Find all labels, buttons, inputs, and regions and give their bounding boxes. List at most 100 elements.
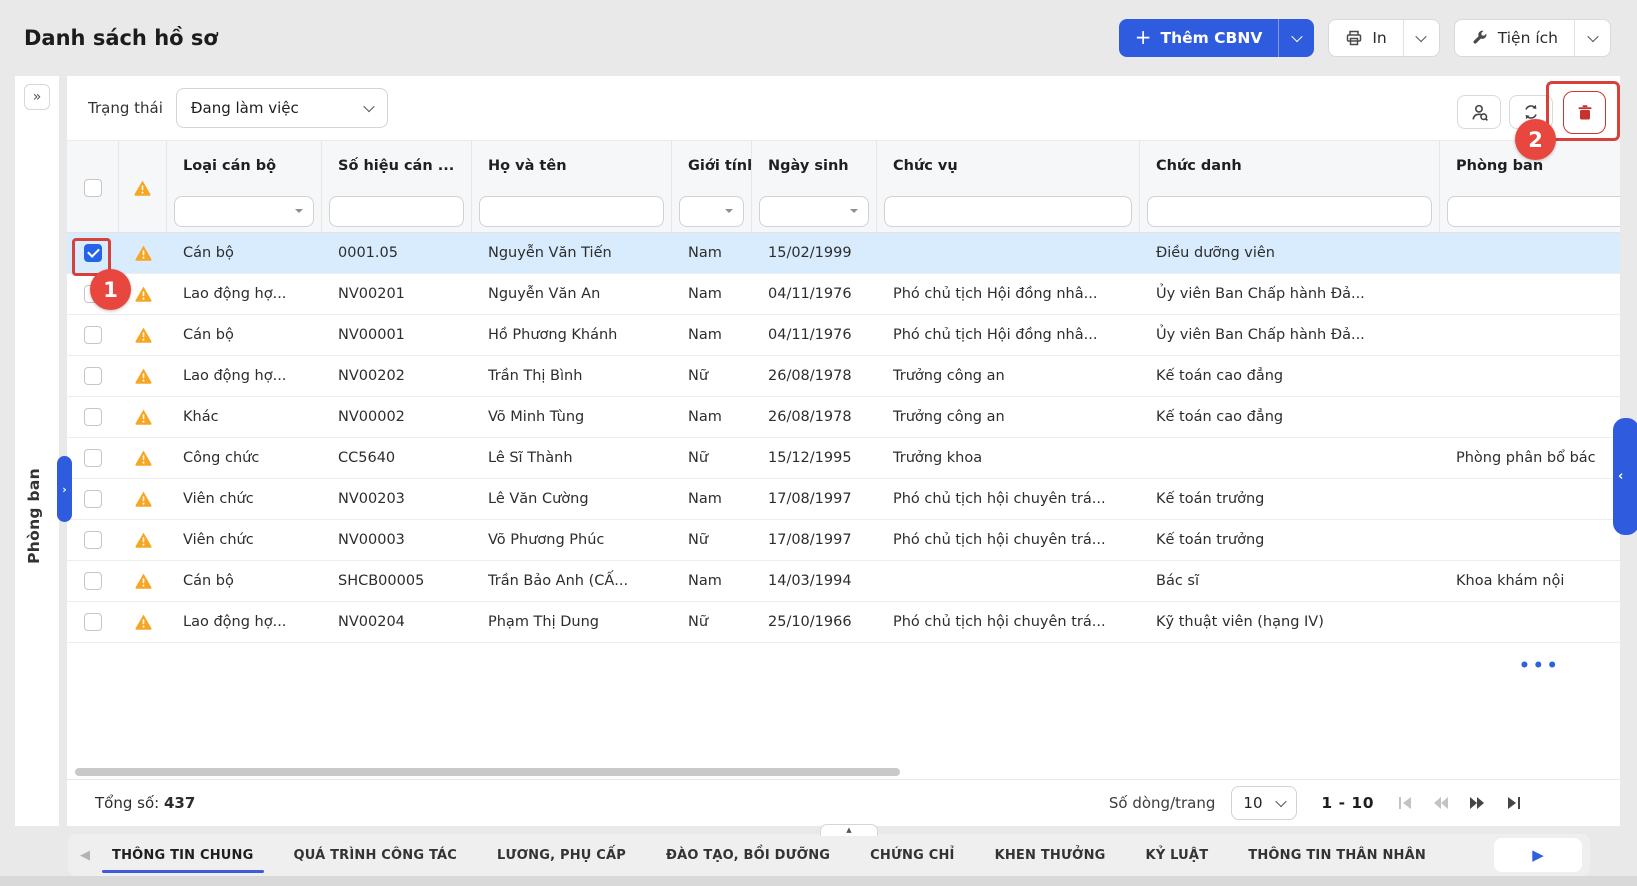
header-cell-code[interactable]: Số hiệu cán ... bbox=[322, 141, 472, 190]
table-row[interactable]: Công chức CC5640 Lê Sĩ Thành Nữ 15/12/19… bbox=[67, 438, 1620, 479]
rows-per-page-select[interactable]: 10 bbox=[1231, 786, 1297, 820]
table-row[interactable]: Khác NV00002 Võ Minh Tùng Nam 26/08/1978… bbox=[67, 397, 1620, 438]
dropdown-arrow-icon bbox=[725, 209, 733, 217]
title-filter-input[interactable] bbox=[1147, 196, 1432, 227]
chevron-down-icon bbox=[1416, 31, 1427, 42]
type-filter-select[interactable] bbox=[174, 196, 314, 227]
table-row[interactable]: Lao động hợ... NV00202 Trần Thị Bình Nữ … bbox=[67, 356, 1620, 397]
table-row[interactable]: Lao động hợ... NV00201 Nguyễn Văn An Nam… bbox=[67, 274, 1620, 315]
last-page-button[interactable] bbox=[1498, 788, 1528, 818]
status-filter-label: Trạng thái bbox=[88, 99, 163, 117]
detail-tab[interactable]: ĐÀO TẠO, BỒI DƯỠNG bbox=[666, 834, 830, 876]
refresh-icon bbox=[1522, 103, 1540, 121]
delete-button[interactable] bbox=[1563, 91, 1606, 134]
more-actions-button[interactable]: ••• bbox=[1519, 656, 1561, 676]
row-checkbox[interactable] bbox=[84, 408, 102, 426]
department-filter-input[interactable] bbox=[1447, 196, 1620, 227]
table-row[interactable]: Cán bộ NV00001 Hồ Phương Khánh Nam 04/11… bbox=[67, 315, 1620, 356]
header-cell-title[interactable]: Chức danh bbox=[1140, 141, 1440, 190]
name-filter-input[interactable] bbox=[479, 196, 664, 227]
row-checkbox[interactable] bbox=[84, 244, 102, 262]
detail-tab[interactable]: THÔNG TIN CHUNG bbox=[112, 834, 254, 876]
table-row[interactable]: Lao động hợ... NV00204 Phạm Thị Dung Nữ … bbox=[67, 602, 1620, 643]
table-row[interactable]: Cán bộ SHCB00005 Trần Bảo Anh (CẤ... Nam… bbox=[67, 561, 1620, 602]
warning-icon bbox=[134, 531, 153, 549]
add-cbnv-button[interactable]: + Thêm CBNV bbox=[1119, 19, 1279, 57]
utilities-dropdown-button[interactable] bbox=[1574, 20, 1610, 56]
header-cell-dob[interactable]: Ngày sinh bbox=[752, 141, 877, 190]
header-cell-type[interactable]: Loại cán bộ bbox=[167, 141, 322, 190]
table-row[interactable]: Viên chức NV00203 Lê Văn Cường Nam 17/08… bbox=[67, 479, 1620, 520]
refresh-button[interactable] bbox=[1509, 95, 1553, 129]
expand-panel-button[interactable]: » bbox=[24, 84, 50, 110]
tabs-scroll-left-button[interactable]: ◀ bbox=[80, 847, 90, 863]
row-checkbox[interactable] bbox=[84, 572, 102, 590]
previous-page-button[interactable] bbox=[1426, 788, 1456, 818]
position-filter-input[interactable] bbox=[884, 196, 1132, 227]
expand-left-panel-pill[interactable]: › bbox=[57, 456, 72, 522]
total-label: Tổng số: bbox=[95, 794, 159, 812]
panel-splitter-handle[interactable]: ▲ bbox=[820, 824, 878, 836]
tabs-scroll-right-button[interactable]: ▶ bbox=[1494, 838, 1582, 872]
row-checkbox[interactable] bbox=[84, 531, 102, 549]
expand-right-panel-pill[interactable]: ‹ bbox=[1613, 418, 1637, 535]
row-checkbox[interactable] bbox=[84, 285, 102, 303]
cell-title: Kỹ thuật viên (hạng IV) bbox=[1140, 602, 1440, 642]
code-filter-input[interactable] bbox=[329, 196, 464, 227]
row-checkbox[interactable] bbox=[84, 367, 102, 385]
cell-code: NV00202 bbox=[322, 356, 472, 396]
cell-type: Viên chức bbox=[167, 520, 322, 560]
select-all-checkbox[interactable] bbox=[84, 179, 102, 197]
print-button[interactable]: In bbox=[1329, 20, 1402, 56]
cell-code: NV00003 bbox=[322, 520, 472, 560]
cell-dob: 17/08/1997 bbox=[752, 479, 877, 519]
cell-position: Trưởng công an bbox=[877, 356, 1140, 396]
table-row[interactable]: Viên chức NV00003 Võ Phương Phúc Nữ 17/0… bbox=[67, 520, 1620, 561]
pagination: Số dòng/trang 10 1 - 10 bbox=[1109, 786, 1528, 820]
first-page-button[interactable] bbox=[1390, 788, 1420, 818]
horizontal-scrollbar[interactable] bbox=[75, 768, 900, 776]
cell-code: NV00002 bbox=[322, 397, 472, 437]
row-checkbox[interactable] bbox=[84, 613, 102, 631]
cell-code: SHCB00005 bbox=[322, 561, 472, 601]
detail-tab[interactable]: KHEN THƯỞNG bbox=[995, 834, 1106, 876]
row-checkbox[interactable] bbox=[84, 326, 102, 344]
detail-tab[interactable]: THÔNG TIN THÂN NHÂN bbox=[1248, 834, 1426, 876]
app-window: Danh sách hồ sơ + Thêm CBNV In bbox=[0, 0, 1637, 886]
status-filter-select[interactable]: Đang làm việc bbox=[176, 88, 388, 128]
cell-department bbox=[1440, 602, 1620, 642]
print-label: In bbox=[1372, 29, 1386, 47]
previous-page-icon bbox=[1433, 796, 1449, 810]
header-cell-gender[interactable]: Giới tính bbox=[672, 141, 752, 190]
grid-footer: Tổng số: 437 Số dòng/trang 10 1 - 10 bbox=[67, 779, 1620, 826]
header-cell-department[interactable]: Phòng ban bbox=[1440, 141, 1620, 190]
employee-lookup-button[interactable] bbox=[1457, 95, 1501, 129]
gender-filter-select[interactable] bbox=[679, 196, 744, 227]
warning-icon bbox=[134, 449, 153, 467]
next-page-button[interactable] bbox=[1462, 788, 1492, 818]
row-checkbox[interactable] bbox=[84, 490, 102, 508]
dob-filter-select[interactable] bbox=[759, 196, 869, 227]
table-row[interactable]: Cán bộ 0001.05 Nguyễn Văn Tiến Nam 15/02… bbox=[67, 233, 1620, 274]
cell-name: Nguyễn Văn Tiến bbox=[472, 233, 672, 273]
row-checkbox[interactable] bbox=[84, 449, 102, 467]
utilities-button[interactable]: Tiện ích bbox=[1455, 20, 1574, 56]
detail-tab[interactable]: QUÁ TRÌNH CÔNG TÁC bbox=[294, 834, 458, 876]
cell-type: Viên chức bbox=[167, 479, 322, 519]
cell-code: NV00204 bbox=[322, 602, 472, 642]
detail-tab[interactable]: CHỨNG CHỈ bbox=[870, 834, 954, 876]
cell-position: Phó chủ tịch hội chuyên trá... bbox=[877, 602, 1140, 642]
detail-tab[interactable]: LƯƠNG, PHỤ CẤP bbox=[497, 834, 626, 876]
detail-tab[interactable]: KỶ LUẬT bbox=[1146, 834, 1209, 876]
print-dropdown-button[interactable] bbox=[1403, 20, 1439, 56]
cell-dob: 25/10/1966 bbox=[752, 602, 877, 642]
header-cell-position[interactable]: Chức vụ bbox=[877, 141, 1140, 190]
cell-dob: 15/02/1999 bbox=[752, 233, 877, 273]
rows-per-page-value: 10 bbox=[1243, 794, 1262, 812]
cell-department bbox=[1440, 274, 1620, 314]
cell-name: Trần Bảo Anh (CẤ... bbox=[472, 561, 672, 601]
header-cell-name[interactable]: Họ và tên bbox=[472, 141, 672, 190]
left-panel-label: Phòng ban bbox=[25, 468, 43, 564]
add-cbnv-dropdown-button[interactable] bbox=[1278, 19, 1314, 57]
cell-department: Khoa khám nội bbox=[1440, 561, 1620, 601]
